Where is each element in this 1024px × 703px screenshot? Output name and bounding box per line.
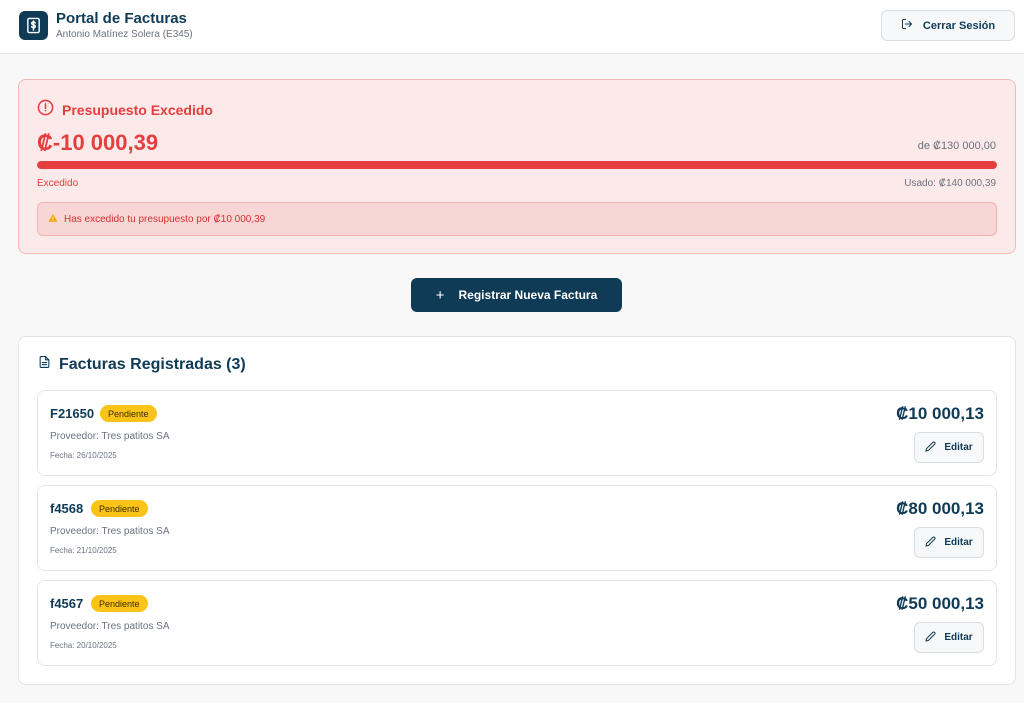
plus-icon: + [435, 286, 445, 304]
invoice-amount: ₡10 000,13 [896, 404, 984, 423]
app-header: Portal de Facturas Antonio Matínez Soler… [0, 0, 1024, 54]
invoice-number: f4568 [50, 501, 84, 516]
logout-label: Cerrar Sesión [922, 19, 996, 32]
status-badge: Pendiente [100, 405, 157, 422]
invoices-title: Facturas Registradas (3) [59, 355, 246, 373]
logout-button[interactable]: Cerrar Sesión [881, 10, 1015, 41]
invoices-panel: Facturas Registradas (3) F21650 Pendient… [18, 336, 1016, 685]
pencil-icon [925, 536, 936, 550]
budget-warning-text: Has excedido tu presupuesto por ₡10 000,… [64, 213, 266, 225]
invoice-date: Fecha: 20/10/2025 [50, 641, 117, 650]
invoice-card: f4568 Pendiente Proveedor: Tres patitos … [37, 485, 997, 571]
invoice-number: f4567 [50, 596, 84, 611]
invoice-logo-icon [19, 11, 48, 40]
budget-used: Usado: ₡140 000,39 [904, 178, 996, 189]
budget-remaining-amount: ₡-10 000,39 [37, 130, 159, 155]
register-invoice-label: Registrar Nueva Factura [458, 288, 598, 302]
invoice-provider: Proveedor: Tres patitos SA [50, 431, 170, 442]
invoices-header: Facturas Registradas (3) [38, 355, 246, 374]
budget-progress-track [37, 161, 997, 169]
user-name: Antonio Matínez Solera (E345) [56, 29, 193, 40]
warning-triangle-icon [48, 213, 58, 226]
status-badge: Pendiente [91, 595, 148, 612]
invoice-card: f4567 Pendiente Proveedor: Tres patitos … [37, 580, 997, 666]
edit-invoice-button[interactable]: Editar [914, 432, 984, 463]
app-title: Portal de Facturas [56, 10, 187, 27]
edit-invoice-button[interactable]: Editar [914, 527, 984, 558]
invoice-number: F21650 [50, 406, 95, 421]
invoice-amount: ₡50 000,13 [896, 594, 984, 613]
budget-header: Presupuesto Excedido [37, 99, 213, 121]
invoice-date: Fecha: 21/10/2025 [50, 546, 117, 555]
edit-invoice-button[interactable]: Editar [914, 622, 984, 653]
register-invoice-button[interactable]: + Registrar Nueva Factura [411, 278, 622, 312]
budget-panel: Presupuesto Excedido ₡-10 000,39 de ₡130… [18, 79, 1016, 254]
pencil-icon [925, 441, 936, 455]
budget-status: Excedido [37, 178, 79, 189]
pencil-icon [925, 631, 936, 645]
invoice-provider: Proveedor: Tres patitos SA [50, 526, 170, 537]
invoice-amount: ₡80 000,13 [896, 499, 984, 518]
alert-circle-icon [37, 99, 54, 121]
edit-label: Editar [944, 632, 973, 643]
budget-warning: Has excedido tu presupuesto por ₡10 000,… [37, 202, 997, 236]
invoice-provider: Proveedor: Tres patitos SA [50, 621, 170, 632]
invoice-date: Fecha: 26/10/2025 [50, 451, 117, 460]
invoice-card: F21650 Pendiente Proveedor: Tres patitos… [37, 390, 997, 476]
budget-progress-fill [37, 161, 997, 169]
budget-total: de ₡130 000,00 [917, 140, 996, 152]
status-badge: Pendiente [91, 500, 148, 517]
document-icon [38, 355, 51, 374]
edit-label: Editar [944, 442, 973, 453]
edit-label: Editar [944, 537, 973, 548]
logout-icon [901, 18, 913, 33]
budget-title: Presupuesto Excedido [62, 102, 213, 118]
